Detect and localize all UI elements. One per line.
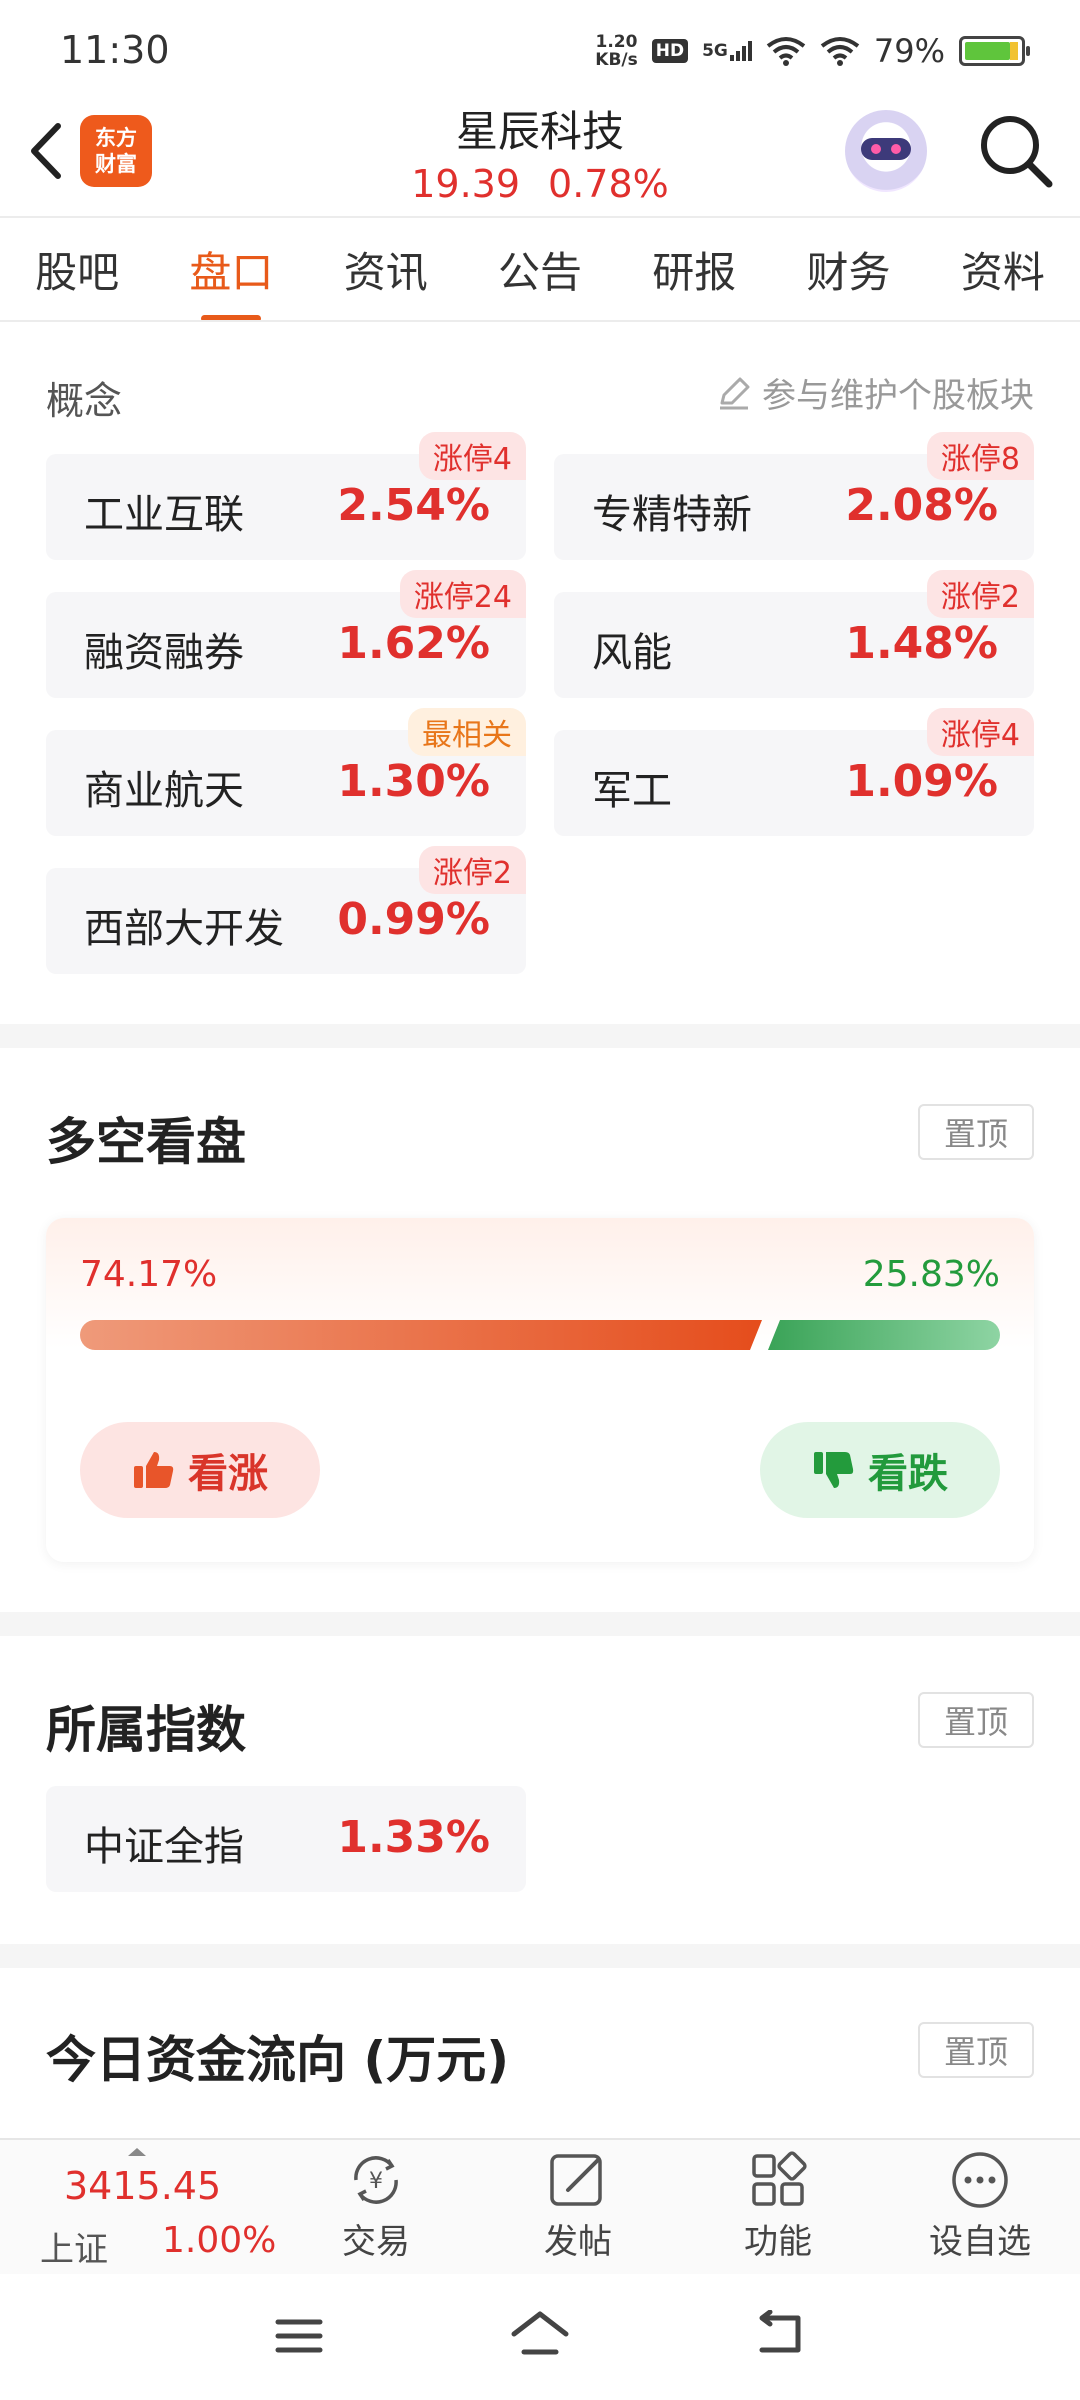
section-divider [0,1024,1080,1048]
sentiment-title: 多空看盘 [46,1113,246,1171]
concept-name: 西部大开发 [84,906,284,952]
bear-percent: 25.83% [862,1254,1000,1295]
trade-yen-icon: ¥ [354,2156,398,2204]
sh-index-value[interactable]: 3415.45 [64,2164,221,2208]
concept-change-pct: 1.09% [845,756,998,807]
limit-up-badge: 涨停24 [399,570,526,618]
thumbs-up-icon [134,1452,174,1488]
tab-profile[interactable]: 资料 [955,239,1051,300]
search-icon[interactable] [975,110,1055,190]
home-icon[interactable] [510,2308,570,2358]
limit-up-badge: 涨停8 [926,432,1034,480]
pin-index-button[interactable]: 置顶 [918,1692,1034,1748]
index-section-title: 所属指数 [46,1701,246,1759]
battery-icon [959,36,1030,66]
nav-post[interactable]: 发帖 [508,2150,648,2263]
concept-card[interactable]: 西部大开发 0.99% 涨停2 [46,846,526,974]
hd-icon: HD [651,39,689,63]
bottom-toolbar: 3415.45 上证 1.00% ¥ 交易 发帖 功能 设自选 [0,2138,1080,2276]
post-edit-icon [550,2154,602,2206]
tab-announcements[interactable]: 公告 [492,239,588,300]
vote-bull-button[interactable]: 看涨 [80,1422,320,1518]
concept-name: 风能 [592,630,672,676]
most-relevant-badge: 最相关 [408,708,526,756]
sentiment-bar [80,1320,1000,1350]
stock-price: 19.39 [411,162,521,206]
sentiment-vote-card: 74.17% 25.83% 看涨 看跌 [46,1218,1034,1562]
nav-add-watchlist[interactable]: 设自选 [910,2150,1050,2263]
ai-assistant-robot-icon[interactable] [845,110,927,192]
svg-text:¥: ¥ [369,2169,383,2194]
concept-name: 商业航天 [84,768,244,814]
maintain-sectors-link[interactable]: 参与维护个股板块 [716,368,1034,417]
expand-caret-icon[interactable] [128,2148,146,2156]
concept-card[interactable]: 商业航天 1.30% 最相关 [46,708,526,836]
concept-change-pct: 2.54% [337,480,490,531]
sh-index-name: 上证 [40,2230,108,2270]
concept-change-pct: 1.30% [337,756,490,807]
bull-bar-segment [80,1320,762,1350]
concept-name: 专精特新 [592,492,752,538]
bull-percent: 74.17% [80,1254,218,1295]
vote-bear-button[interactable]: 看跌 [760,1422,1000,1518]
concept-card[interactable]: 军工 1.09% 涨停4 [554,708,1034,836]
concept-name: 军工 [592,768,672,814]
net-speed: 1.20 KB/s [595,32,638,70]
tab-bar: 股吧 盘口 资讯 公告 研报 财务 资料 [0,218,1080,320]
tab-guba[interactable]: 股吧 [29,239,125,300]
concepts-title: 概念 [46,379,123,423]
battery-percent: 79% [873,32,945,70]
concept-card[interactable]: 专精特新 2.08% 涨停8 [554,432,1034,560]
wifi-icon-2 [820,37,860,66]
concept-change-pct: 1.48% [845,618,998,669]
tab-finance[interactable]: 财务 [801,239,897,300]
concept-name: 融资融券 [84,630,244,676]
grid-icon [752,2151,807,2206]
concept-change-pct: 1.62% [337,618,490,669]
concept-card[interactable]: 融资融券 1.62% 涨停24 [46,570,526,698]
stock-change-pct: 0.78% [548,162,669,206]
status-time: 11:30 [60,28,170,72]
limit-up-badge: 涨停4 [926,708,1034,756]
tab-research[interactable]: 研报 [646,239,742,300]
section-divider [0,1944,1080,1968]
fund-flow-title: 今日资金流向 (万元) [46,2031,510,2089]
menu-icon[interactable] [274,2316,324,2356]
bear-bar-segment [768,1320,1000,1350]
pin-sentiment-button[interactable]: 置顶 [918,1104,1034,1160]
edit-icon [720,377,750,409]
nav-trade[interactable]: ¥ 交易 [306,2150,446,2263]
concept-change-pct: 2.08% [845,480,998,531]
thumbs-down-icon [814,1452,854,1488]
status-icons: 1.20 KB/s HD 5G 79% [595,32,1030,70]
section-divider [0,1612,1080,1636]
index-name: 中证全指 [84,1824,244,1870]
signal-icon: 5G [702,41,752,61]
limit-up-badge: 涨停4 [418,432,526,480]
more-dots-icon [952,2152,1008,2208]
wifi-icon [766,37,806,66]
tab-pankou[interactable]: 盘口 [183,239,279,300]
tabs-divider [0,320,1080,322]
sh-index-pct: 1.00% [162,2220,277,2261]
limit-up-badge: 涨停2 [418,846,526,894]
index-change-pct: 1.33% [337,1812,490,1863]
concept-card[interactable]: 工业互联 2.54% 涨停4 [46,432,526,560]
tab-news[interactable]: 资讯 [338,239,434,300]
back-nav-icon[interactable] [754,2310,806,2356]
system-nav-bar [0,2274,1080,2400]
limit-up-badge: 涨停2 [926,570,1034,618]
concept-card[interactable]: 风能 1.48% 涨停2 [554,570,1034,698]
nav-functions[interactable]: 功能 [708,2150,848,2263]
concept-name: 工业互联 [84,492,244,538]
concept-change-pct: 0.99% [337,894,490,945]
pin-fund-flow-button[interactable]: 置顶 [918,2022,1034,2078]
index-card[interactable]: 中证全指 1.33% [46,1786,526,1892]
